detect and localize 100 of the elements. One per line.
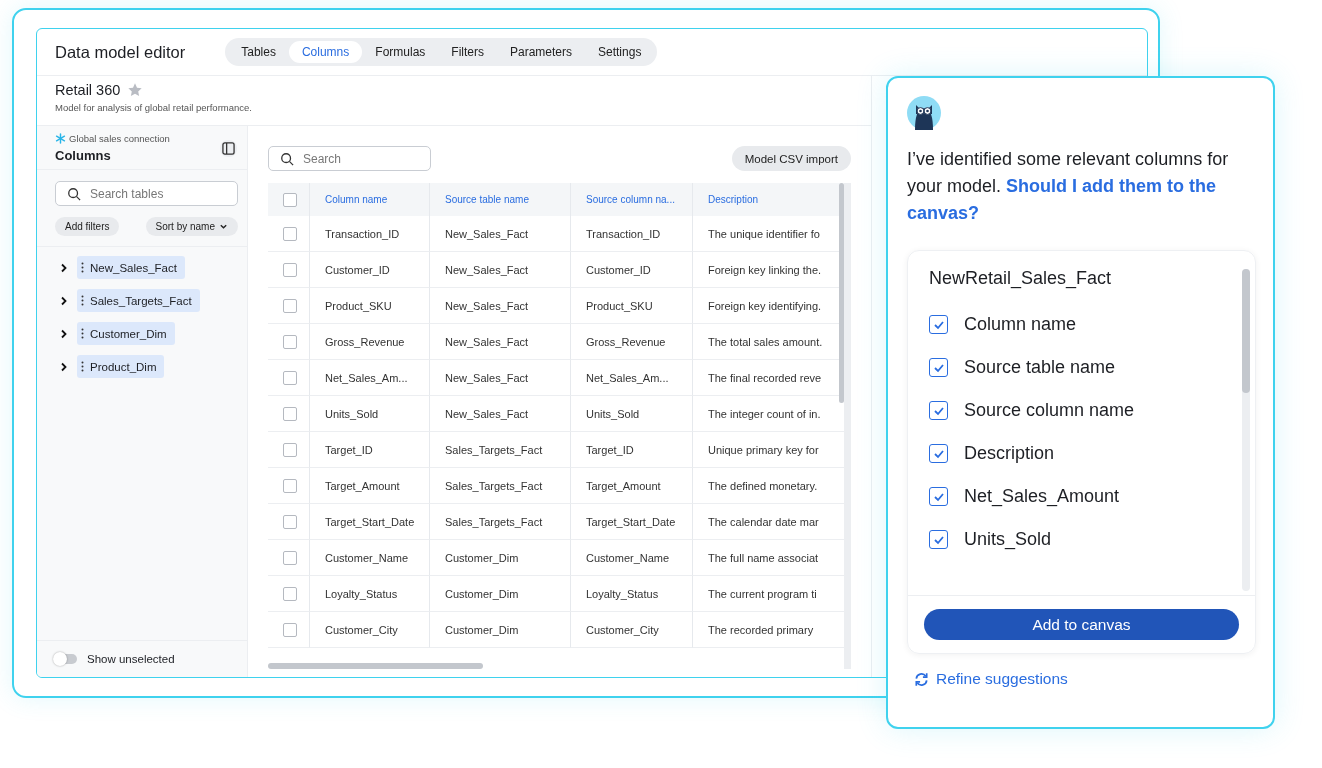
- table-cell: Foreign key identifying.: [708, 299, 822, 312]
- table-cell: Target_ID: [586, 443, 634, 456]
- table-cell: Gross_Revenue: [325, 335, 405, 348]
- model-title: Retail 360: [55, 82, 121, 98]
- filter-button[interactable]: Add filters: [55, 217, 120, 236]
- table-chip[interactable]: Customer_Dim: [77, 322, 175, 345]
- table-cell: Transaction_ID: [586, 227, 661, 240]
- caret-icon: [219, 222, 228, 231]
- table-cell: Net_Sales_Am...: [586, 371, 669, 384]
- row-checkbox[interactable]: [283, 622, 297, 637]
- scrollbar[interactable]: [268, 663, 483, 669]
- table-cell: New_Sales_Fact: [445, 263, 529, 276]
- chevron-icon[interactable]: [59, 328, 69, 339]
- row-checkbox[interactable]: [283, 370, 297, 385]
- table-cell: Product_SKU: [586, 299, 653, 312]
- table-cell: Loyalty_Status: [325, 587, 398, 600]
- table-cell: Customer_City: [325, 623, 398, 636]
- checkbox[interactable]: [929, 530, 948, 549]
- tab[interactable]: Filters: [438, 41, 497, 63]
- row-checkbox[interactable]: [283, 586, 297, 601]
- row-checkbox[interactable]: [283, 406, 297, 421]
- app-title: Data model editor: [55, 42, 186, 62]
- assistant-message: I’ve identified some relevant columns for your model. Should I add them to the canvas?: [907, 148, 1230, 225]
- row-checkbox[interactable]: [283, 334, 297, 349]
- table-chip[interactable]: Sales_Targets_Fact: [77, 289, 200, 312]
- owl-icon: [907, 96, 941, 130]
- table-cell: Units_Sold: [325, 407, 379, 420]
- table-cell: The defined monetary.: [708, 479, 818, 492]
- column-header[interactable]: Column name: [325, 194, 388, 205]
- table-cell: The full name associat: [708, 551, 819, 564]
- table-cell: The unique identifier fo: [708, 227, 820, 240]
- checkbox-label: Units_Sold: [964, 529, 1052, 550]
- toggle-switch[interactable]: [55, 654, 77, 664]
- connection-name: Global sales connection: [69, 133, 170, 144]
- sidebar-title: Columns: [55, 148, 112, 163]
- select-all-checkbox[interactable]: [283, 192, 297, 207]
- refine-link[interactable]: Refine suggestions: [907, 670, 1068, 688]
- row-checkbox[interactable]: [283, 550, 297, 565]
- checkbox[interactable]: [929, 487, 948, 506]
- table-cell: Target_Amount: [325, 479, 400, 492]
- drag-handle-icon[interactable]: [81, 262, 84, 273]
- row-checkbox[interactable]: [283, 514, 297, 529]
- column-header[interactable]: Description: [708, 194, 759, 205]
- column-header[interactable]: Source table name: [445, 194, 529, 205]
- drag-handle-icon[interactable]: [81, 295, 84, 306]
- row-checkbox[interactable]: [283, 442, 297, 457]
- search-icon: [67, 187, 81, 201]
- chevron-icon[interactable]: [59, 262, 69, 273]
- checkbox[interactable]: [929, 401, 948, 420]
- row-checkbox[interactable]: [283, 262, 297, 277]
- table-cell: Customer_ID: [325, 263, 390, 276]
- tab[interactable]: Formulas: [362, 41, 439, 63]
- table-cell: The integer count of in.: [708, 407, 821, 420]
- table-chip[interactable]: Product_Dim: [77, 355, 165, 378]
- add-to-canvas-button[interactable]: Add to canvas: [924, 609, 1239, 640]
- table-cell: Sales_Targets_Fact: [445, 515, 543, 528]
- import-button[interactable]: Model CSV import: [731, 146, 851, 171]
- checkbox-label: Net_Sales_Amount: [964, 486, 1120, 507]
- tab[interactable]: Settings: [585, 41, 655, 63]
- table-cell: Customer_Dim: [445, 587, 519, 600]
- row-checkbox[interactable]: [283, 478, 297, 493]
- table-cell: Foreign key linking the.: [708, 263, 822, 276]
- table-cell: Target_Start_Date: [325, 515, 415, 528]
- checkbox-label: Description: [964, 443, 1055, 464]
- table-cell: The calendar date mar: [708, 515, 819, 528]
- search-field[interactable]: Search: [268, 146, 431, 171]
- sort-dropdown[interactable]: Sort by name: [145, 217, 238, 236]
- table-chip[interactable]: New_Sales_Fact: [77, 256, 185, 279]
- chevron-icon[interactable]: [59, 361, 69, 372]
- row-checkbox[interactable]: [283, 226, 297, 241]
- star-icon[interactable]: [127, 82, 144, 98]
- table-cell: Net_Sales_Am...: [325, 371, 408, 384]
- group-title: NewRetail_Sales_Fact: [929, 268, 1113, 289]
- scrollbar[interactable]: [1242, 269, 1250, 591]
- chevron-icon[interactable]: [59, 295, 69, 306]
- table-cell: Sales_Targets_Fact: [445, 479, 543, 492]
- table-cell: The recorded primary: [708, 623, 814, 636]
- checkbox-label: Column name: [964, 314, 1077, 335]
- checkbox[interactable]: [929, 315, 948, 334]
- table-cell: The final recorded reve: [708, 371, 822, 384]
- table-cell: Customer_City: [586, 623, 659, 636]
- checkbox[interactable]: [929, 444, 948, 463]
- panel-toggle-icon[interactable]: [220, 140, 237, 157]
- search-tables-field[interactable]: Search tables: [55, 181, 238, 206]
- row-checkbox[interactable]: [283, 298, 297, 313]
- search-icon: [280, 152, 294, 166]
- table-cell: Target_ID: [325, 443, 373, 456]
- table-cell: Customer_ID: [586, 263, 651, 276]
- table-cell: Loyalty_Status: [586, 587, 659, 600]
- drag-handle-icon[interactable]: [81, 328, 84, 339]
- checkbox[interactable]: [929, 358, 948, 377]
- tab[interactable]: Tables: [228, 41, 289, 63]
- table-cell: Customer_Name: [586, 551, 670, 564]
- scrollbar[interactable]: [839, 183, 844, 403]
- table-cell: The current program ti: [708, 587, 817, 600]
- tab[interactable]: Columns: [288, 41, 363, 63]
- tab[interactable]: Parameters: [497, 41, 585, 63]
- drag-handle-icon[interactable]: [81, 361, 84, 372]
- table-cell: The total sales amount.: [708, 335, 823, 348]
- toggle-label: Show unselected: [87, 653, 175, 665]
